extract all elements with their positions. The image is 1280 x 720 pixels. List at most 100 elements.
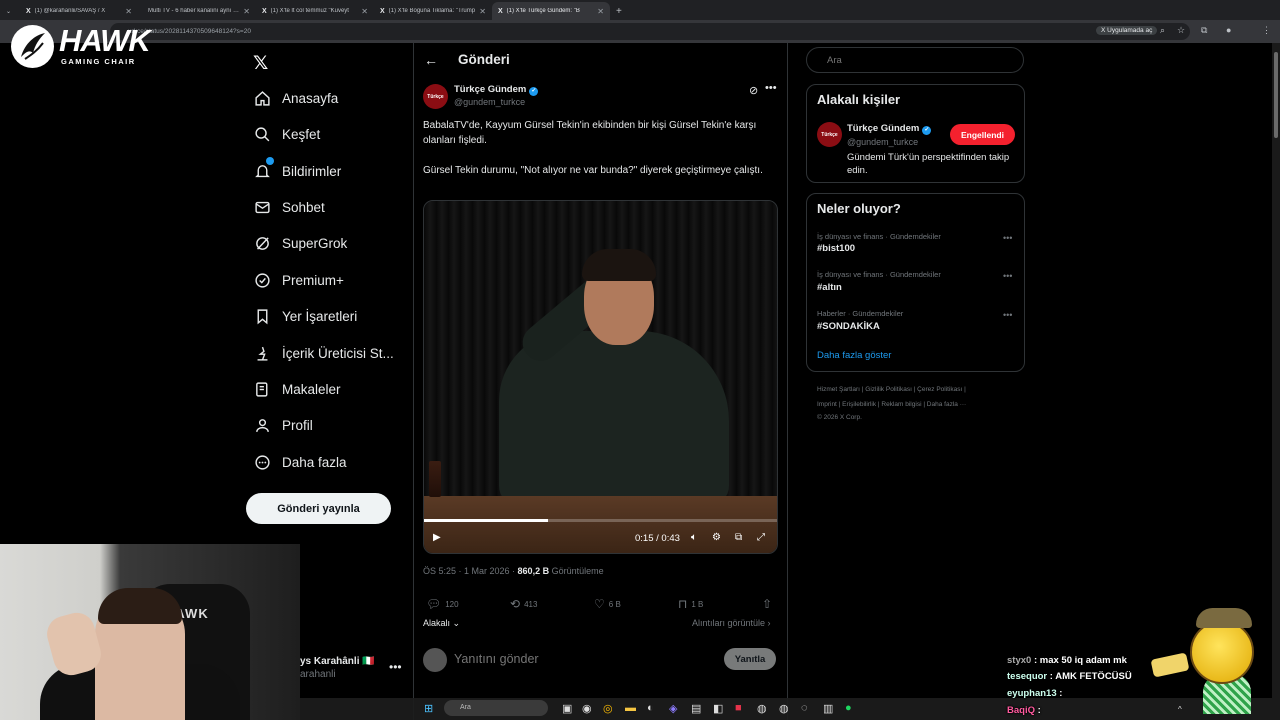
tweet-more-icon[interactable]: ••• (765, 82, 777, 94)
pip-icon[interactable]: ⧉ (735, 532, 742, 543)
tab-close-icon[interactable]: ✕ (361, 7, 368, 16)
nav-item-more[interactable]: Daha fazla (252, 448, 347, 476)
notification-badge (266, 157, 274, 165)
windows-start-icon[interactable]: ⊞ (424, 702, 433, 715)
taskbar-app-icon[interactable]: ◌ (801, 702, 808, 714)
discord-icon[interactable]: ◈ (669, 702, 677, 715)
back-arrow-icon[interactable]: ← (424, 52, 438, 68)
tab-turkce-gundem[interactable]: X (1) X'te Türkçe Gündem: "B ✕ (492, 2, 610, 20)
browser-menu-icon[interactable]: ⋮ (1262, 25, 1271, 36)
tab-1[interactable]: ⌄ (0, 2, 20, 20)
browser-toolbar: urkce/status/2028114370509648124?s=20 (0, 20, 1280, 43)
trend-item[interactable]: #altın (817, 282, 842, 293)
settings-gear-icon[interactable]: ⚙ (712, 532, 721, 543)
view-quotes-link[interactable]: Alıntıları görüntüle › (692, 618, 771, 628)
nav-item-supergrok[interactable]: SuperGrok (252, 229, 347, 257)
trend-more-icon[interactable]: ••• (1003, 310, 1012, 320)
like-action[interactable]: ♡ 6 B (594, 597, 621, 611)
tab-trump[interactable]: X (1) X'te Boguna Tiklama: "Trump ✕ (374, 2, 492, 20)
account-name[interactable]: ys Karahânli 🇮🇹 (300, 656, 375, 667)
post-button[interactable]: Gönderi yayınla (246, 493, 391, 524)
video-progress-bar[interactable] (424, 519, 777, 522)
taskbar-search-placeholder: Ara (460, 704, 471, 711)
volume-icon[interactable]: 🔈︎ (691, 532, 697, 543)
tab-close-icon[interactable]: ✕ (125, 7, 132, 16)
taskbar-app-icon[interactable]: ◍ (779, 702, 789, 715)
tab-multitv[interactable]: Multi TV - 6 haber kanalını aynı anda iz… (138, 2, 256, 20)
profile-avatar-icon[interactable]: ● (1226, 25, 1231, 35)
taskbar-app-icon[interactable]: ■ (735, 702, 742, 714)
tab-close-icon[interactable]: ✕ (479, 7, 486, 16)
tab-kuveyt[interactable]: X (1) X'te lt col temmuz "Kuveyt ✕ (256, 2, 374, 20)
tweet-timestamp[interactable]: ÖS 5:25 · 1 Mar 2026 · (423, 566, 518, 576)
taskbar-app-icon[interactable]: ▥ (823, 702, 833, 715)
taskbar-app-icon[interactable]: ◧ (713, 702, 723, 715)
trend-item[interactable]: #bist100 (817, 243, 855, 254)
grok-explain-icon[interactable]: ⊘ (749, 84, 758, 97)
bookmark-action[interactable]: ⊓ 1 B (678, 597, 703, 611)
nav-item-profile[interactable]: Profil (252, 411, 313, 439)
tray-chevron-icon[interactable]: ^ (1178, 705, 1182, 714)
reply-action[interactable]: 💬︎ 120 (426, 597, 459, 611)
taskbar-app-icon[interactable]: ▤ (691, 702, 701, 715)
author-name[interactable]: Türkçe Gündem ✓ (454, 84, 539, 96)
tab-close-icon[interactable]: ✕ (597, 7, 604, 16)
play-icon[interactable]: ▶ (433, 532, 441, 543)
nav-label: Makaleler (282, 381, 341, 397)
taskbar-app-icon[interactable]: ◉ (582, 702, 592, 715)
webcam-overlay: HAWK (0, 544, 300, 720)
related-handle[interactable]: @gundem_turkce (847, 137, 918, 147)
related-name[interactable]: Türkçe Gündem ✓ (847, 123, 932, 135)
search-input[interactable] (806, 47, 1024, 73)
nav-item-home[interactable]: Anasayfa (252, 84, 338, 112)
video-player[interactable]: ▶ 0:15 / 0:43 🔈︎ ⚙ ⧉ ⤢ (423, 200, 778, 554)
nav-item-bookmarks[interactable]: Yer İşaretleri (252, 302, 357, 330)
tab-close-icon[interactable]: ✕ (243, 7, 250, 16)
spotify-icon[interactable]: ● (845, 702, 852, 714)
author-handle[interactable]: @gundem_turkce (454, 97, 525, 107)
reply-button[interactable]: Yanıtla (724, 648, 776, 670)
extensions-icon[interactable]: ⧉ (1201, 25, 1207, 36)
nav-item-creator-studio[interactable]: İçerik Üreticisi St... (252, 339, 394, 367)
page-scrollbar[interactable] (1272, 43, 1280, 698)
nav-item-notifications[interactable]: Bildirimler (252, 157, 341, 185)
hawk-logo-title: HAWK (59, 23, 151, 58)
author-avatar[interactable]: Türkçe (423, 84, 448, 109)
x-favicon-icon: X (26, 7, 31, 15)
file-explorer-icon[interactable]: ▬ (625, 702, 636, 714)
address-bar[interactable]: urkce/status/2028114370509648124?s=20 (110, 23, 1190, 40)
new-tab-button[interactable]: + (610, 2, 630, 20)
zoom-icon[interactable]: ⌕ (1160, 25, 1165, 36)
account-handle[interactable]: arahanli (300, 669, 336, 680)
profile-icon (252, 415, 272, 435)
nav-item-messages[interactable]: Sohbet (252, 193, 325, 221)
trend-more-icon[interactable]: ••• (1003, 271, 1012, 281)
show-more-link[interactable]: Daha fazla göster (817, 350, 891, 361)
reply-input[interactable] (454, 652, 704, 666)
tab-karahanli[interactable]: X (1) @karahanlii/SAVAŞ / X ✕ (20, 2, 138, 20)
footer-links-2[interactable]: Imprint | Erişilebilirlik | Reklam bilgi… (817, 401, 966, 408)
open-in-app-button[interactable]: X Uygulamada aç (1096, 26, 1158, 35)
x-logo-icon[interactable]: 𝕏 (253, 52, 268, 74)
nav-item-articles[interactable]: Makaleler (252, 375, 341, 403)
trend-item[interactable]: #SONDAKİKA (817, 321, 880, 332)
star-icon[interactable]: ☆ (1177, 25, 1185, 36)
taskbar-app-icon[interactable]: ◐ (647, 702, 654, 714)
footer-links-1[interactable]: Hizmet Şartları | Gizlilik Politikası | … (817, 386, 966, 393)
nav-item-explore[interactable]: Keşfet (252, 120, 320, 148)
repost-action[interactable]: ⟲ 413 (510, 597, 537, 611)
fullscreen-icon[interactable]: ⤢ (757, 532, 765, 543)
share-action[interactable]: ⇧ (762, 597, 776, 611)
blocked-button[interactable]: Engellendi (950, 124, 1015, 145)
taskbar-app-icon[interactable]: ◍ (757, 702, 767, 715)
trend-more-icon[interactable]: ••• (1003, 233, 1012, 243)
taskbar-app-icon[interactable]: ▣ (562, 702, 572, 715)
taskbar-search[interactable]: Ara (444, 700, 548, 716)
account-more-icon[interactable]: ••• (389, 660, 402, 674)
chrome-icon[interactable]: ◎ (603, 702, 613, 715)
tab-menu-icon[interactable]: ⌄ (6, 8, 11, 15)
related-avatar[interactable]: Türkçe (817, 122, 842, 147)
scrollbar-thumb[interactable] (1274, 52, 1278, 138)
reply-sort-dropdown[interactable]: Alakalı ⌄ (423, 618, 460, 629)
nav-item-premium[interactable]: Premium+ (252, 266, 344, 294)
